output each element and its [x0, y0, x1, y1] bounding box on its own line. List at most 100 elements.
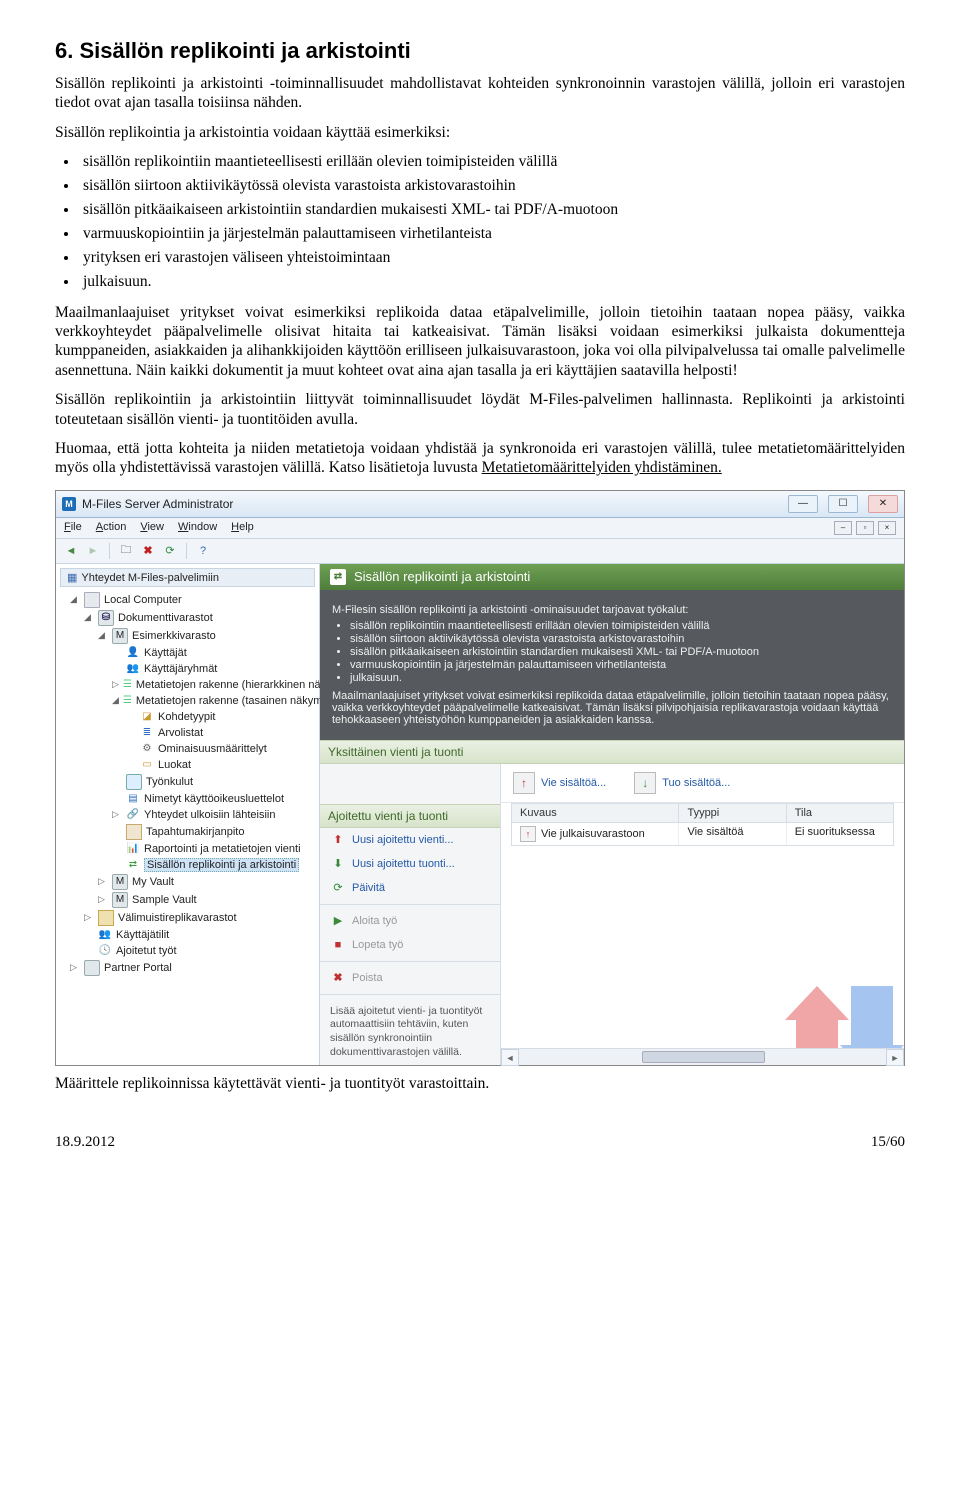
action-note: Lisää ajoitetut vienti- ja tuontityöt au…: [320, 999, 500, 1066]
panel-bullet: sisällön replikointiin maantieteellisest…: [350, 620, 892, 632]
section-heading: 6. Sisällön replikointi ja arkistointi: [55, 38, 905, 64]
tree-node-accounts[interactable]: 👥Käyttäjätilit: [84, 927, 319, 943]
scrollbar-thumb[interactable]: [642, 1051, 765, 1063]
tree-item-meta-hier[interactable]: ▷☰Metatietojen rakenne (hierarkkinen näk…: [112, 677, 319, 693]
menu-help[interactable]: Help: [231, 521, 254, 535]
panel-paragraph: Maailmanlaajuiset yritykset voivat esime…: [332, 690, 892, 726]
group-scheduled: Ajoitettu vienti ja tuonti: [320, 804, 500, 828]
figure-caption: Määrittele replikoinnissa käytettävät vi…: [55, 1074, 905, 1093]
tree-node-partner[interactable]: ▷Partner Portal: [70, 959, 319, 977]
toolbar: ◄ ► 🗀 ✖ ⟳ ?: [56, 539, 904, 564]
body-bullet-list: sisällön replikointiin maantieteellisest…: [79, 152, 905, 293]
replication-icon: ⇄: [330, 569, 346, 585]
help-icon[interactable]: ?: [194, 542, 212, 560]
menu-view[interactable]: View: [140, 521, 164, 535]
tree-item-valuelists[interactable]: ≣Arvolistat: [126, 725, 319, 741]
group-single: Yksittäinen vienti ja tuonti: [320, 740, 904, 764]
bullet-item: sisällön replikointiin maantieteellisest…: [79, 152, 905, 173]
tree-node-root[interactable]: ◢Local Computer: [70, 591, 319, 609]
paragraph-link-1: Sisällön replikointiin ja arkistointiin …: [55, 390, 905, 429]
menu-file[interactable]: File: [64, 521, 82, 535]
footer-date: 18.9.2012: [55, 1134, 115, 1151]
tree-item-nacls[interactable]: ▤Nimetyt käyttöoikeusluettelot: [112, 791, 319, 807]
bullet-item: yrityksen eri varastojen väliseen yhteis…: [79, 248, 905, 269]
page-footer: 18.9.2012 15/60: [55, 1134, 905, 1151]
import-content-button[interactable]: ↓ Tuo sisältöä...: [634, 772, 730, 794]
col-type[interactable]: Tyyppi: [679, 804, 786, 822]
panel-bullet: julkaisuun.: [350, 672, 892, 684]
bullet-item: julkaisuun.: [79, 272, 905, 293]
tree-pane: ▦Yhteydet M-Files-palvelimiin ◢Local Com…: [56, 564, 320, 1066]
tree-item-meta-flat[interactable]: ◢☰Metatietojen rakenne (tasainen näkymä): [112, 693, 319, 709]
tree-node-docvaults[interactable]: ◢⛁Dokumenttivarastot: [84, 609, 319, 627]
tree-node-vault[interactable]: ◢MEsimerkkivarasto: [98, 627, 319, 645]
admin-window: M M-Files Server Administrator — ☐ ✕ Fil…: [55, 490, 905, 1067]
mdi-restore-button[interactable]: ▫: [856, 521, 874, 535]
tree-item-propdefs[interactable]: ⚙Ominaisuusmäärittelyt: [126, 741, 319, 757]
menu-window[interactable]: Window: [178, 521, 217, 535]
tree-node-scheduled[interactable]: 🕓Ajoitetut työt: [84, 943, 319, 959]
tree-item-replication[interactable]: ⇄Sisällön replikointi ja arkistointi: [112, 857, 319, 873]
paragraph-text: hallinnasta: [662, 391, 729, 408]
info-panel: M-Filesin sisällön replikointi ja arkist…: [320, 590, 904, 740]
tree-item-usergroups[interactable]: 👥Käyttäjäryhmät: [112, 661, 319, 677]
forward-icon[interactable]: ►: [84, 542, 102, 560]
back-icon[interactable]: ◄: [62, 542, 80, 560]
link-metadata-merge: Metatietomäärittelyiden yhdistäminen.: [482, 459, 722, 476]
tree-item-extconn[interactable]: ▷🔗Yhteydet ulkoisiin lähteisiin: [112, 807, 319, 823]
tree-node-myvault[interactable]: ▷MMy Vault: [98, 873, 319, 891]
col-description[interactable]: Kuvaus: [512, 804, 679, 822]
new-scheduled-export[interactable]: ⬆Uusi ajoitettu vienti...: [320, 828, 500, 852]
col-state[interactable]: Tila: [787, 804, 893, 822]
horizontal-scrollbar[interactable]: ◄ ►: [501, 1048, 904, 1065]
mdi-minimize-button[interactable]: –: [834, 521, 852, 535]
content-header-title: Sisällön replikointi ja arkistointi: [354, 569, 530, 584]
content-header: ⇄ Sisällön replikointi ja arkistointi: [320, 564, 904, 590]
tree-header: ▦Yhteydet M-Files-palvelimiin: [60, 568, 315, 587]
tree-item-users[interactable]: 👤Käyttäjät: [112, 645, 319, 661]
intro-paragraph-1: Sisällön replikointi ja arkistointi -toi…: [55, 74, 905, 113]
refresh-action[interactable]: ⟳Päivitä: [320, 876, 500, 900]
delete-icon[interactable]: ✖: [139, 542, 157, 560]
bullet-item: varmuuskopiointiin ja järjestelmän palau…: [79, 224, 905, 245]
window-title-bar: M M-Files Server Administrator — ☐ ✕: [56, 491, 904, 518]
tree-item-objtypes[interactable]: ◪Kohdetyypit: [126, 709, 319, 725]
start-job[interactable]: ▶Aloita työ: [320, 909, 500, 933]
intro-paragraph-2: Sisällön replikointia ja arkistointia vo…: [55, 123, 905, 142]
panel-bullet: sisällön pitkäaikaiseen arkistointiin st…: [350, 646, 892, 658]
table-row[interactable]: ↑Vie julkaisuvarastoon Vie sisältöä Ei s…: [511, 823, 894, 846]
tree-item-eventlog[interactable]: Tapahtumakirjanpito: [112, 823, 319, 841]
paragraph-large: Maailmanlaajuiset yritykset voivat esime…: [55, 303, 905, 381]
scheduled-table: Kuvaus Tyyppi Tila ↑Vie julkaisuvarastoo…: [501, 803, 904, 846]
mdi-close-button[interactable]: ×: [878, 521, 896, 535]
paragraph-text: Sisällön replikointiin ja arkistointiin …: [55, 391, 662, 408]
right-column: ↑ Vie sisältöä... ↓ Tuo sisältöä... Kuva…: [501, 764, 904, 1066]
new-scheduled-import[interactable]: ⬇Uusi ajoitettu tuonti...: [320, 852, 500, 876]
content-pane: ⇄ Sisällön replikointi ja arkistointi M-…: [320, 564, 904, 1066]
app-icon: M: [62, 497, 76, 511]
panel-bullet: sisällön siirtoon aktiivikäytössä olevis…: [350, 633, 892, 645]
export-content-button[interactable]: ↑ Vie sisältöä...: [513, 772, 606, 794]
paragraph-link-2: Huomaa, että jotta kohteita ja niiden me…: [55, 439, 905, 478]
paragraph-text: Huomaa, että jotta kohteita ja niiden me…: [55, 440, 905, 476]
tree-node-cache[interactable]: ▷Välimuistireplikavarastot: [84, 909, 319, 927]
tree-item-workflows[interactable]: Työnkulut: [112, 773, 319, 791]
single-export-import-row: ↑ Vie sisältöä... ↓ Tuo sisältöä...: [501, 764, 904, 803]
tree-node-samplevault[interactable]: ▷MSample Vault: [98, 891, 319, 909]
bullet-item: sisällön siirtoon aktiivikäytössä olevis…: [79, 176, 905, 197]
toolbar-icon[interactable]: 🗀: [117, 542, 135, 560]
window-title: M-Files Server Administrator: [82, 497, 233, 511]
menu-action[interactable]: Action: [96, 521, 127, 535]
tree-item-classes[interactable]: ▭Luokat: [126, 757, 319, 773]
stop-job[interactable]: ■Lopeta työ: [320, 933, 500, 957]
tree-item-reporting[interactable]: 📊Raportointi ja metatietojen vienti: [112, 841, 319, 857]
footer-page: 15/60: [871, 1134, 905, 1151]
panel-intro: M-Filesin sisällön replikointi ja arkist…: [332, 604, 892, 616]
delete-job[interactable]: ✖Poista: [320, 966, 500, 990]
minimize-button[interactable]: —: [788, 495, 818, 513]
refresh-icon[interactable]: ⟳: [161, 542, 179, 560]
close-button[interactable]: ✕: [868, 495, 898, 513]
menu-bar: File Action View Window Help – ▫ ×: [56, 518, 904, 539]
actions-column: Ajoitettu vienti ja tuonti ⬆Uusi ajoitet…: [320, 764, 501, 1066]
maximize-button[interactable]: ☐: [828, 495, 858, 513]
